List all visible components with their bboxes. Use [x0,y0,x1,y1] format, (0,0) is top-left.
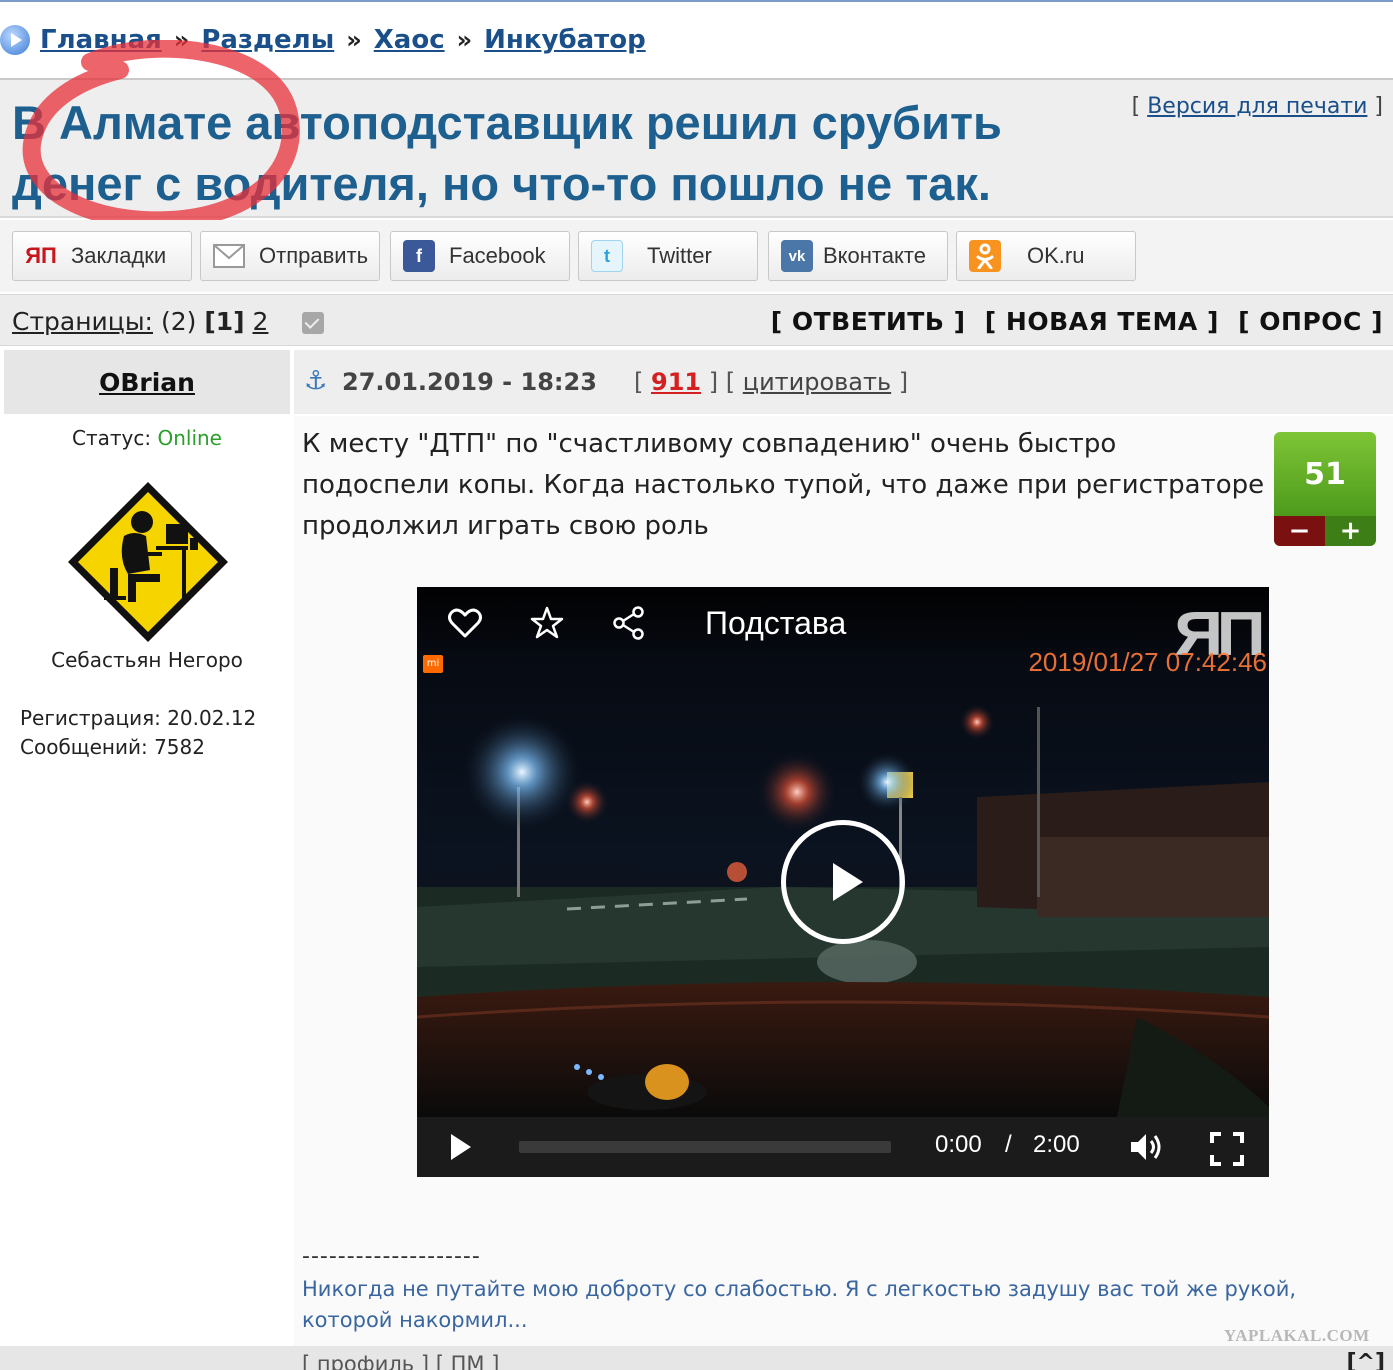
twitter-icon: t [591,240,623,272]
heart-icon[interactable] [447,605,483,641]
rating-score: 51 [1274,432,1376,516]
video-title: Подстава [705,605,847,641]
envelope-icon [213,240,245,272]
rating-votes: − + [1274,516,1376,546]
poll-button[interactable]: [ ОПРОС ] [1238,307,1383,336]
yp-logo-icon: ЯП [25,243,57,268]
author-link[interactable]: OBrian [99,368,195,397]
breadcrumb-separator: » [173,26,190,54]
video-progress-bar[interactable] [519,1141,891,1153]
share-button-label: Facebook [449,243,546,268]
topic-header: В Алмате автоподставщик решил срубить де… [0,78,1393,218]
reply-button[interactable]: [ ОТВЕТИТЬ ] [771,307,966,336]
video-controls: 0:00 / 2:00 [417,1117,1269,1177]
anchor-icon[interactable]: ⚓ [304,366,327,396]
page-2-link[interactable]: 2 [253,307,269,336]
time-separator: / [1005,1131,1012,1158]
signature-separator: -------------------- [302,1244,481,1269]
signature: Никогда не путайте мою доброту со слабос… [302,1277,1297,1332]
scroll-top-link[interactable]: [^] [1346,1350,1385,1370]
play-icon[interactable] [451,1134,471,1160]
new-topic-button[interactable]: [ НОВАЯ ТЕМА ] [985,307,1219,336]
post-footer: [ профиль ] [ ПМ ] [^] [0,1346,1393,1370]
current-page: [1] [204,307,245,336]
share-button-label: Отправить [259,243,369,268]
share-button-label: Вконтакте [823,243,926,268]
share-bookmarks-button[interactable]: ЯП Закладки [12,231,192,281]
share-bar: ЯП Закладки Отправить f Facebook t Twitt… [0,220,1393,292]
avatar [68,482,228,642]
share-email-button[interactable]: Отправить [200,231,380,281]
status-label: Статус: [72,426,152,450]
top-border [0,0,1393,2]
share-button-label: Twitter [647,243,712,268]
share-facebook-button[interactable]: f Facebook [390,231,570,281]
post-meta-header: ⚓ 27.01.2019 - 18:23 [ 911 ] [ цитироват… [294,350,1393,414]
current-time: 0:00 [935,1131,982,1158]
post-footer-links: [ профиль ] [ ПМ ] [302,1352,499,1370]
message-count: Сообщений: 7582 [20,735,205,759]
post-author-header: OBrian [4,350,290,414]
breadcrumb-home[interactable]: Главная [40,25,162,55]
mi-badge: mi [423,655,443,673]
post-rating: 51 − + [1274,432,1376,546]
share-twitter-button[interactable]: t Twitter [578,231,758,281]
share-button-label: Закладки [71,243,167,268]
profile-link[interactable]: профиль [317,1352,414,1370]
breadcrumb-separator: » [346,26,362,54]
page-title: В Алмате автоподставщик решил срубить де… [12,96,1002,210]
topic-actions: [ ОТВЕТИТЬ ] [ НОВАЯ ТЕМА ] [ ОПРОС ] [761,307,1383,336]
pagination: Страницы: (2) [1] 2 [12,307,325,336]
author-panel: Статус: Online Себастьян Негоро Регистра… [4,416,290,1346]
star-icon[interactable] [529,605,565,641]
site-watermark: YAPLAKAL.COM [1224,1326,1370,1345]
breadcrumb: Главная » Разделы » Хаос » Инкубатор [0,18,646,62]
volume-icon[interactable] [1129,1131,1163,1163]
breadcrumb-sections[interactable]: Разделы [201,25,334,55]
play-overlay-button[interactable] [781,820,905,944]
avatar-caption: Себастьян Негоро [51,648,243,672]
print-version-link[interactable]: Версия для печати [1147,94,1367,119]
share-icon[interactable] [611,605,647,641]
share-okru-button[interactable]: OK.ru [956,231,1136,281]
post-text: К месту "ДТП" по "счастливому совпадению… [302,429,1265,541]
print-version: [ Версия для печати ] [1131,94,1383,119]
vk-icon: vk [781,240,813,272]
fullscreen-icon[interactable] [1209,1131,1245,1167]
share-vkontakte-button[interactable]: vk Вконтакте [768,231,948,281]
pages-count: (2) [160,307,197,336]
breadcrumb-incubator[interactable]: Инкубатор [484,25,646,55]
post-number-link[interactable]: 911 [651,368,701,396]
vote-down-button[interactable]: − [1274,516,1325,546]
post-meta: [ 911 ] [ цитировать ] [634,368,909,396]
author-status: Статус: Online [4,426,290,450]
share-button-label: OK.ru [1027,243,1085,268]
registration-date: Регистрация: 20.02.12 [20,706,257,730]
facebook-icon: f [403,240,435,272]
vote-up-button[interactable]: + [1325,516,1376,546]
breadcrumb-chaos[interactable]: Хаос [374,25,445,55]
pages-label-link[interactable]: Страницы: [12,307,153,336]
status-value: Online [157,426,222,450]
breadcrumb-separator: » [456,26,473,54]
checkbox-icon[interactable] [302,312,325,334]
duration: 2:00 [1033,1131,1080,1158]
video-player[interactable]: Подстава ЯП 2019/01/27 07:42:46 mi 0:00 … [417,587,1269,1177]
odnoklassniki-icon [969,240,1001,272]
pagination-row: Страницы: (2) [1] 2 [ ОТВЕТИТЬ ] [ НОВАЯ… [0,294,1393,346]
author-stats: Регистрация: 20.02.12 Сообщений: 7582 [20,704,256,762]
video-timestamp: 2019/01/27 07:42:46 [1028,647,1267,677]
post-body: К месту "ДТП" по "счастливому совпадению… [294,416,1393,1346]
play-circle-icon [0,25,30,55]
quote-link[interactable]: цитировать [743,368,891,396]
post-date: 27.01.2019 - 18:23 [342,368,597,396]
pm-link[interactable]: ПМ [451,1352,485,1370]
